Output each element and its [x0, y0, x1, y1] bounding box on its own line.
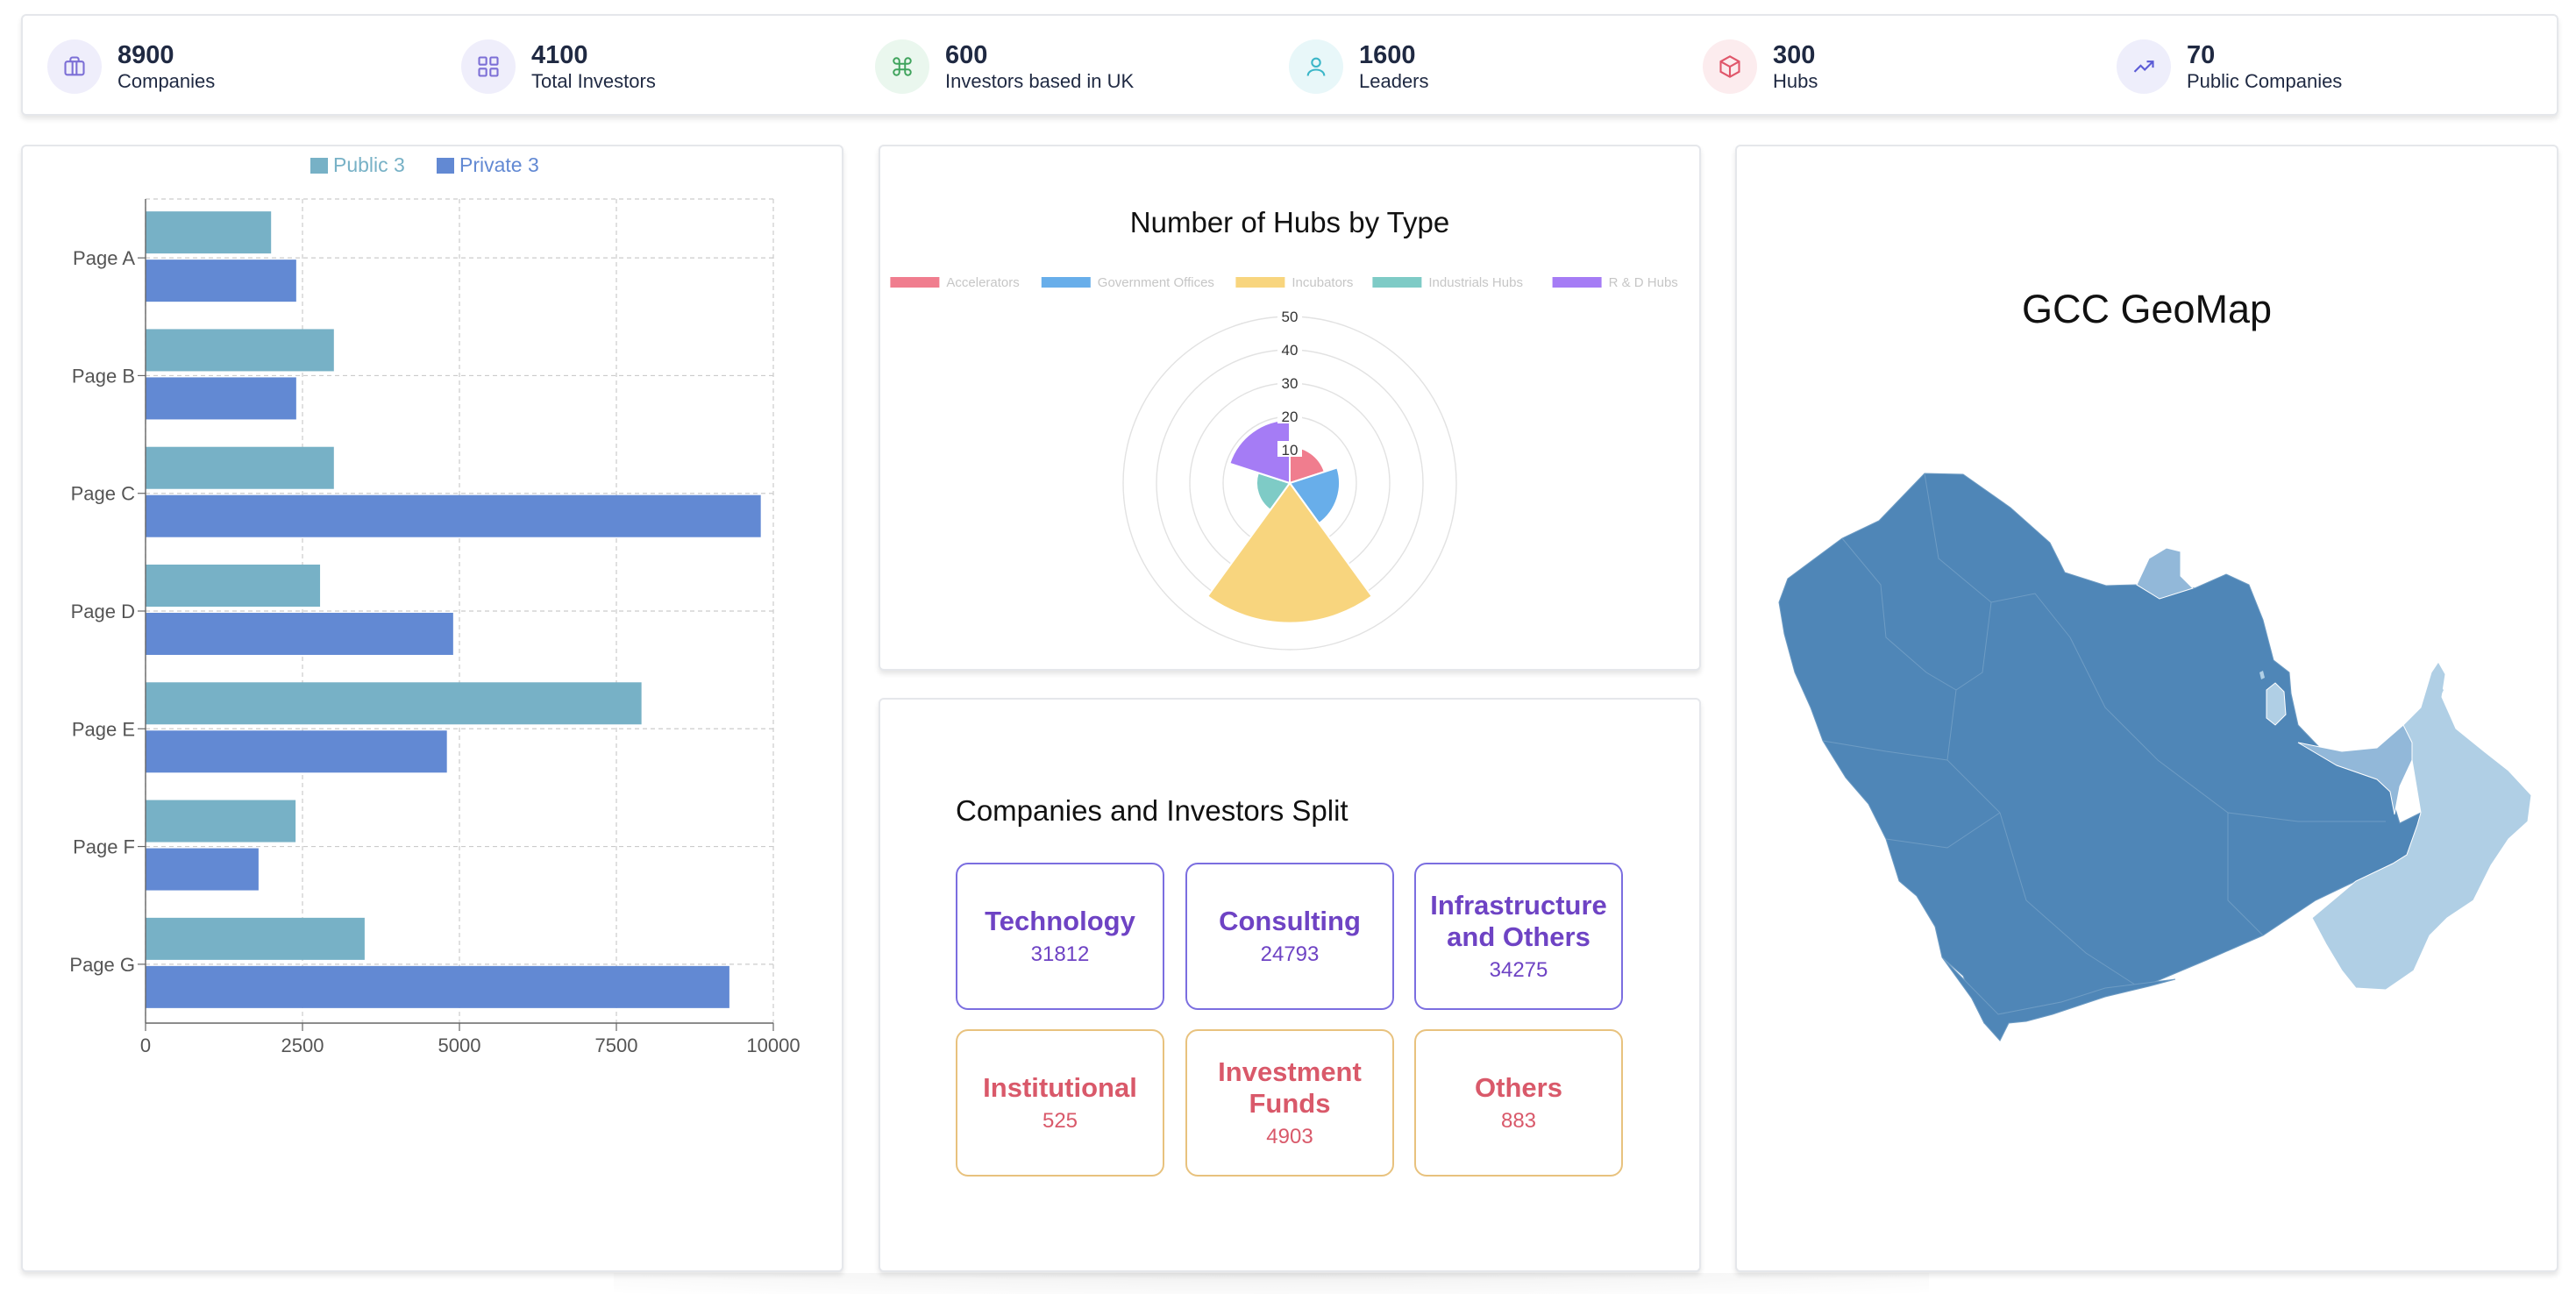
bar [146, 682, 642, 725]
bar [146, 211, 272, 254]
tile-value: 34275 [1489, 958, 1548, 982]
tile-value: 4903 [1266, 1125, 1313, 1148]
bar [146, 329, 334, 372]
bar [146, 565, 321, 607]
bar [146, 848, 259, 891]
stat-public-companies: 70 Public Companies [2117, 16, 2342, 117]
split-tile-investment-funds[interactable]: Investment Funds 4903 [1185, 1029, 1394, 1177]
tile-name: Others [1475, 1072, 1562, 1103]
split-card: Companies and Investors Split Technology… [879, 698, 1701, 1272]
legend-label: Accelerators [946, 275, 1019, 290]
legend-swatch [1552, 277, 1602, 288]
hubs-chart-card: Number of Hubs by Type Accelerators Govern… [879, 145, 1701, 671]
tile-name: Investment Funds [1218, 1056, 1362, 1119]
bar [146, 730, 447, 773]
page-shadow [614, 1273, 1929, 1294]
r-tick-label: 30 [1282, 375, 1299, 392]
stat-label: Public Companies [2187, 69, 2343, 92]
y-tick-label: Page C [71, 483, 135, 505]
legend-label: Incubators [1292, 275, 1353, 290]
legend-swatch [437, 158, 454, 174]
stat-value: 8900 [117, 40, 174, 69]
split-tile-consulting[interactable]: Consulting 24793 [1185, 863, 1394, 1010]
bar-chart: Public 3 Private 3 0 2500 5000 7500 10000 Page … [69, 153, 800, 1056]
bar [146, 800, 296, 843]
r-tick-label: 20 [1282, 409, 1299, 425]
hubs-polar-chart: Number of Hubs by Type Accelerators Govern… [890, 206, 1678, 651]
split-tile-technology[interactable]: Technology 31812 [956, 863, 1164, 1010]
trending-up-icon [2117, 39, 2171, 94]
x-tick-label: 7500 [595, 1034, 638, 1056]
grid-icon [461, 39, 516, 94]
split-tile-infrastructure[interactable]: Infrastructure and Others 34275 [1414, 863, 1623, 1010]
stat-companies: 8900 Companies [47, 16, 215, 117]
y-tick-label: Page G [69, 954, 135, 976]
legend-swatch [310, 158, 328, 174]
stat-total-investors: 4100 Total Investors [461, 16, 656, 117]
bar [146, 494, 761, 537]
chart-title: Number of Hubs by Type [1130, 206, 1449, 238]
x-tick-label: 10000 [746, 1034, 800, 1056]
stat-label: Leaders [1359, 69, 1429, 92]
legend-swatch [1235, 277, 1285, 288]
tile-name: Consulting [1219, 906, 1361, 936]
legend-swatch [890, 277, 940, 288]
command-icon [875, 39, 929, 94]
tile-value: 31812 [1030, 942, 1090, 966]
tile-name: Institutional [983, 1072, 1137, 1103]
tile-value: 883 [1500, 1109, 1537, 1133]
bar [146, 965, 729, 1008]
stat-value: 4100 [531, 40, 588, 69]
legend-label: Private 3 [459, 153, 539, 176]
bar-chart-card: Public 3 Private 3 0 2500 5000 7500 10000 Page … [21, 145, 843, 1272]
stat-value: 300 [1773, 40, 1816, 69]
tile-name: Infrastructure and Others [1430, 890, 1607, 952]
geomap-card: GCC GeoMap [1735, 145, 2558, 1272]
stat-label: Investors based in UK [945, 69, 1135, 92]
legend-swatch [1372, 277, 1422, 288]
bar [146, 260, 296, 302]
split-tile-institutional[interactable]: Institutional 525 [956, 1029, 1164, 1177]
box-icon [1703, 39, 1757, 94]
legend-swatch [1041, 277, 1091, 288]
bar [146, 613, 453, 655]
bar [146, 917, 365, 960]
stat-value: 70 [2187, 40, 2216, 69]
y-tick-label: Page F [73, 836, 135, 858]
stat-value: 1600 [1359, 40, 1416, 69]
legend-label: R & D Hubs [1609, 275, 1678, 290]
legend-label: Industrials Hubs [1428, 275, 1523, 290]
legend-label: Public 3 [333, 153, 405, 176]
x-tick-label: 2500 [281, 1034, 324, 1056]
stat-label: Companies [117, 69, 216, 92]
split-title: Companies and Investors Split [956, 794, 1348, 827]
y-tick-label: Page B [72, 365, 135, 387]
stat-label: Total Investors [531, 69, 656, 92]
r-tick-label: 40 [1282, 342, 1299, 359]
r-tick-label: 50 [1282, 309, 1299, 325]
polar-sector [1206, 481, 1374, 624]
y-tick-label: Page E [72, 718, 135, 740]
stat-leaders: 1600 Leaders [1289, 16, 1429, 117]
x-tick-label: 5000 [438, 1034, 481, 1056]
tile-value: 525 [1042, 1109, 1078, 1133]
split-tile-others[interactable]: Others 883 [1414, 1029, 1623, 1177]
tile-name: Technology [985, 906, 1135, 936]
x-tick-label: 0 [140, 1034, 151, 1056]
briefcase-icon [47, 39, 102, 94]
stats-bar: 8900 Companies 4100 Total Investors 600 Inv… [21, 14, 2558, 116]
bar [146, 377, 296, 420]
legend-label: Government Offices [1098, 275, 1214, 290]
user-icon [1289, 39, 1343, 94]
stat-value: 600 [945, 40, 988, 69]
r-tick-label: 10 [1282, 442, 1299, 459]
y-tick-label: Page D [71, 601, 135, 622]
stat-label: Hubs [1773, 69, 1818, 92]
gcc-map[interactable] [1737, 146, 2557, 1270]
tile-value: 24793 [1260, 942, 1320, 966]
stat-investors-uk: 600 Investors based in UK [875, 16, 1134, 117]
y-tick-label: Page A [73, 247, 135, 269]
stat-hubs: 300 Hubs [1703, 16, 1818, 117]
bar [146, 446, 334, 489]
